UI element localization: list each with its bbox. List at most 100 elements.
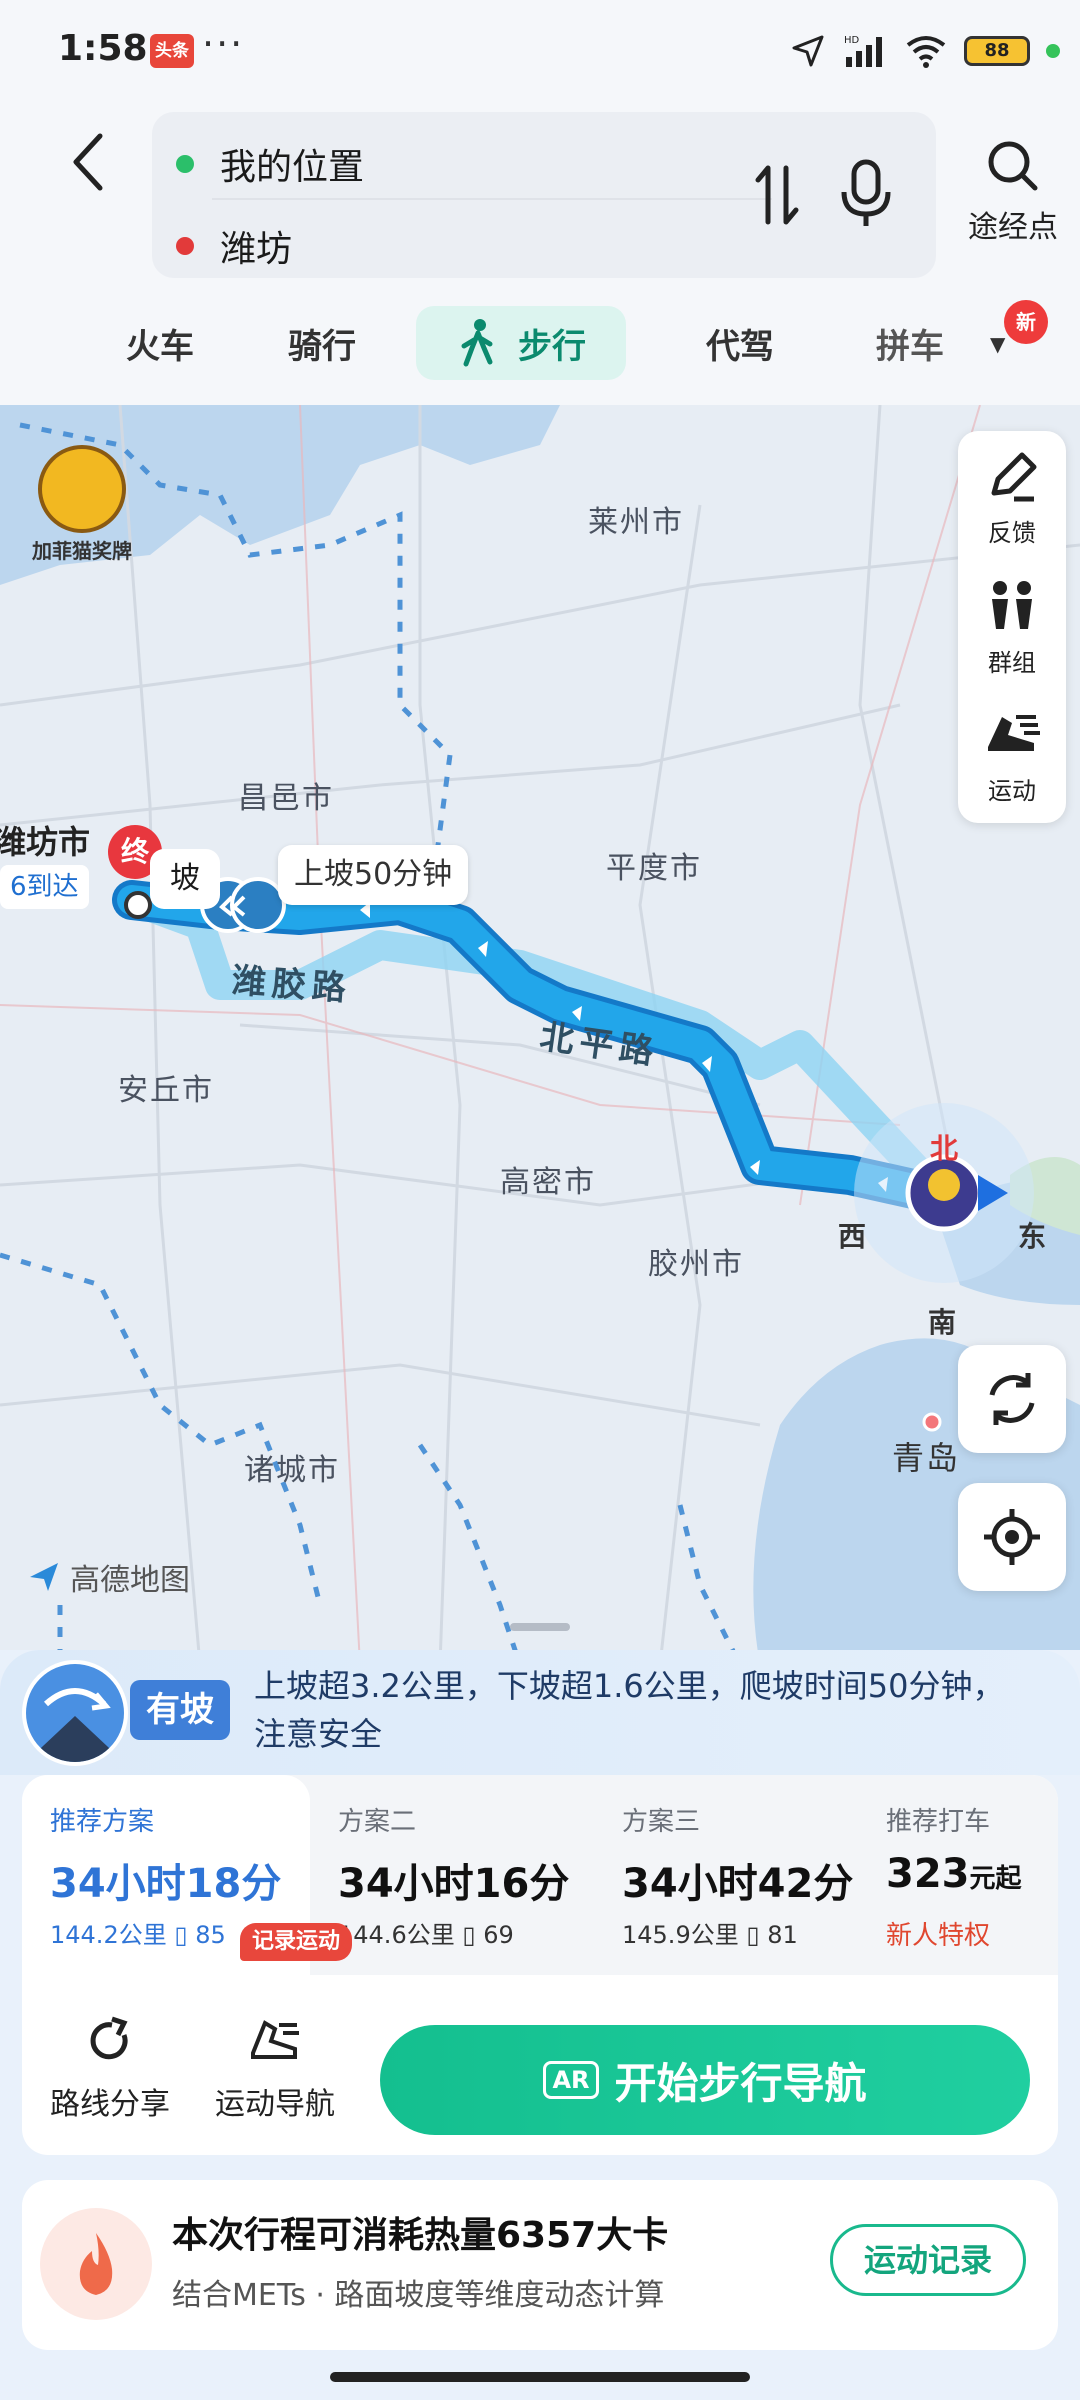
swap-route-icon[interactable] xyxy=(750,160,806,230)
location-arrow-icon xyxy=(792,35,824,67)
plan-name: 方案二 xyxy=(338,1807,417,1837)
plan-distance: 144.6公里 xyxy=(338,1921,455,1949)
walking-icon xyxy=(461,319,493,367)
slope-bubble-left: 坡 xyxy=(150,849,220,909)
back-button[interactable] xyxy=(58,122,118,202)
more-tabs-chevron-icon[interactable]: ▼ xyxy=(990,332,1005,356)
plan-lights: 85 xyxy=(195,1921,226,1949)
tab-carpool[interactable]: 拼车 xyxy=(850,306,970,380)
slope-bubble[interactable]: 上坡50分钟 xyxy=(278,845,469,905)
status-bar: 1:58 头条 ··· HD 88 xyxy=(0,0,1080,100)
origin-dot-icon xyxy=(176,155,194,173)
home-indicator[interactable] xyxy=(330,2372,750,2382)
origin-field[interactable]: 我的位置 xyxy=(176,134,364,194)
sport-nav-label: 运动导航 xyxy=(215,2087,335,2122)
start-nav-label: 开始步行导航 xyxy=(614,2058,867,2108)
plan-option-3[interactable]: 方案三 34小时42分 145.9公里 ▯ 81 xyxy=(594,1775,870,1975)
traffic-light-icon: ▯ xyxy=(174,1921,188,1949)
destination-text: 潍坊 xyxy=(220,229,293,270)
group-button[interactable]: 群组 xyxy=(958,579,1066,678)
running-shoe-icon xyxy=(251,2020,299,2059)
feedback-label: 反馈 xyxy=(988,519,1036,547)
route-input-box: 我的位置 潍坊 xyxy=(152,112,936,278)
plan-distance: 144.2公里 xyxy=(50,1921,167,1949)
tab-train[interactable]: 火车 xyxy=(100,306,220,380)
flame-icon xyxy=(40,2208,152,2320)
compass-south: 南 xyxy=(928,1306,957,1339)
city-label: 诸城市 xyxy=(244,1453,340,1488)
microphone-icon[interactable] xyxy=(838,158,894,230)
amap-logo-icon xyxy=(30,1563,58,1591)
plan-duration: 34小时18分 xyxy=(50,1861,282,1907)
new-badge: 新 xyxy=(1004,300,1048,344)
plan-lights: 81 xyxy=(767,1921,798,1949)
route-header: 我的位置 潍坊 途经点 火车 骑行 步行 代驾 拼车 新 ▼ xyxy=(0,100,1080,410)
tab-cycling[interactable]: 骑行 xyxy=(262,306,382,380)
route-sheet: 有坡 上坡超3.2公里，下坡超1.6公里，爬坡时间50分钟，注意安全 推荐方案 … xyxy=(0,1650,1080,2400)
garfield-medal-logo[interactable]: 加菲猫奖牌 xyxy=(30,445,134,564)
back-arrow-icon xyxy=(73,133,103,191)
plan-name: 推荐方案 xyxy=(50,1807,155,1837)
city-label: 平度市 xyxy=(606,851,702,886)
plan-meta: 145.9公里 ▯ 81 xyxy=(622,1915,798,1950)
map-view[interactable]: 加菲猫奖牌 莱州市 昌邑市 平度市 安丘市 高密市 胶州市 诸城市 青岛 潍坊市… xyxy=(0,405,1080,1665)
city-label: 莱州市 xyxy=(588,505,684,540)
calorie-subtitle: 结合METs · 路面坡度等维度动态计算 xyxy=(172,2278,665,2313)
destination-city-label: 潍坊市 xyxy=(0,823,91,861)
origin-text: 我的位置 xyxy=(220,147,365,188)
refresh-icon xyxy=(989,1373,1035,1425)
ar-icon: AR xyxy=(543,2061,599,2099)
plan-distance: 145.9公里 xyxy=(622,1921,739,1949)
amap-brand-text: 高德地图 xyxy=(70,1563,190,1598)
svg-text:HD: HD xyxy=(844,35,860,46)
news-app-badge: 头条 xyxy=(150,34,194,68)
destination-field[interactable]: 潍坊 xyxy=(176,216,292,276)
compass-east: 东 xyxy=(1018,1220,1047,1253)
plan-option-2[interactable]: 方案二 34小时16分 144.6公里 ▯ 69 xyxy=(310,1775,594,1975)
slope-banner: 有坡 上坡超3.2公里，下坡超1.6公里，爬坡时间50分钟，注意安全 xyxy=(0,1650,1080,1775)
plan-duration: 34小时42分 xyxy=(622,1861,854,1907)
feedback-button[interactable]: 反馈 xyxy=(958,449,1066,548)
mountain-icon xyxy=(22,1660,128,1766)
taxi-promo: 新人特权 xyxy=(886,1921,991,1951)
tab-walking-label: 步行 xyxy=(518,326,586,367)
plan-name: 推荐打车 xyxy=(886,1807,991,1837)
plan-lights: 69 xyxy=(483,1921,514,1949)
pencil-icon xyxy=(991,452,1037,502)
tab-walking[interactable]: 步行 xyxy=(416,306,626,380)
status-time: 1:58 xyxy=(58,28,148,69)
amap-brand: 高德地图 xyxy=(26,1555,190,1599)
waypoint-button[interactable]: 途经点 xyxy=(958,138,1068,246)
plan-duration: 34小时16分 xyxy=(338,1861,570,1907)
sheet-drag-handle[interactable] xyxy=(510,1623,570,1631)
locate-me-button[interactable] xyxy=(958,1483,1066,1591)
medal-icon xyxy=(38,445,126,533)
sport-nav-button[interactable]: 运动导航 xyxy=(200,2015,350,2123)
taxi-price: 323元起 xyxy=(886,1851,1022,1897)
signal-icon: HD xyxy=(844,35,882,67)
city-label: 青岛 xyxy=(892,1439,961,1477)
share-route-label: 路线分享 xyxy=(50,2087,170,2122)
sport-record-button[interactable]: 运动记录 xyxy=(830,2224,1026,2296)
destination-eta: 6到达 xyxy=(0,865,89,909)
record-sport-tag: 记录运动 xyxy=(240,1923,353,1961)
start-walking-navigation-button[interactable]: AR 开始步行导航 xyxy=(380,2025,1030,2135)
share-route-button[interactable]: 路线分享 xyxy=(40,2015,180,2123)
plans-card: 推荐方案 34小时18分 144.2公里 ▯ 85 方案二 34小时16分 14… xyxy=(22,1775,1058,2155)
tab-chauffeur[interactable]: 代驾 xyxy=(680,306,800,380)
status-icons: HD 88 xyxy=(790,28,1060,74)
group-label: 群组 xyxy=(988,649,1036,677)
city-label: 高密市 xyxy=(500,1165,596,1200)
slope-description: 上坡超3.2公里，下坡超1.6公里，爬坡时间50分钟，注意安全 xyxy=(254,1667,1005,1753)
plan-option-taxi[interactable]: 推荐打车 323元起 新人特权 xyxy=(870,1775,1058,1975)
sport-button[interactable]: 运动 xyxy=(958,707,1066,806)
slope-tag: 有坡 xyxy=(130,1680,230,1740)
refresh-route-button[interactable] xyxy=(958,1345,1066,1453)
traffic-light-icon: ▯ xyxy=(746,1921,760,1949)
privacy-dot xyxy=(1046,44,1060,58)
compass-west: 西 xyxy=(838,1220,867,1253)
city-label: 安丘市 xyxy=(118,1073,214,1108)
compass-north: 北 xyxy=(930,1132,959,1165)
taxi-price-value: 323 xyxy=(886,1851,970,1897)
map-tools-panel: 反馈 群组 运动 xyxy=(958,431,1066,823)
